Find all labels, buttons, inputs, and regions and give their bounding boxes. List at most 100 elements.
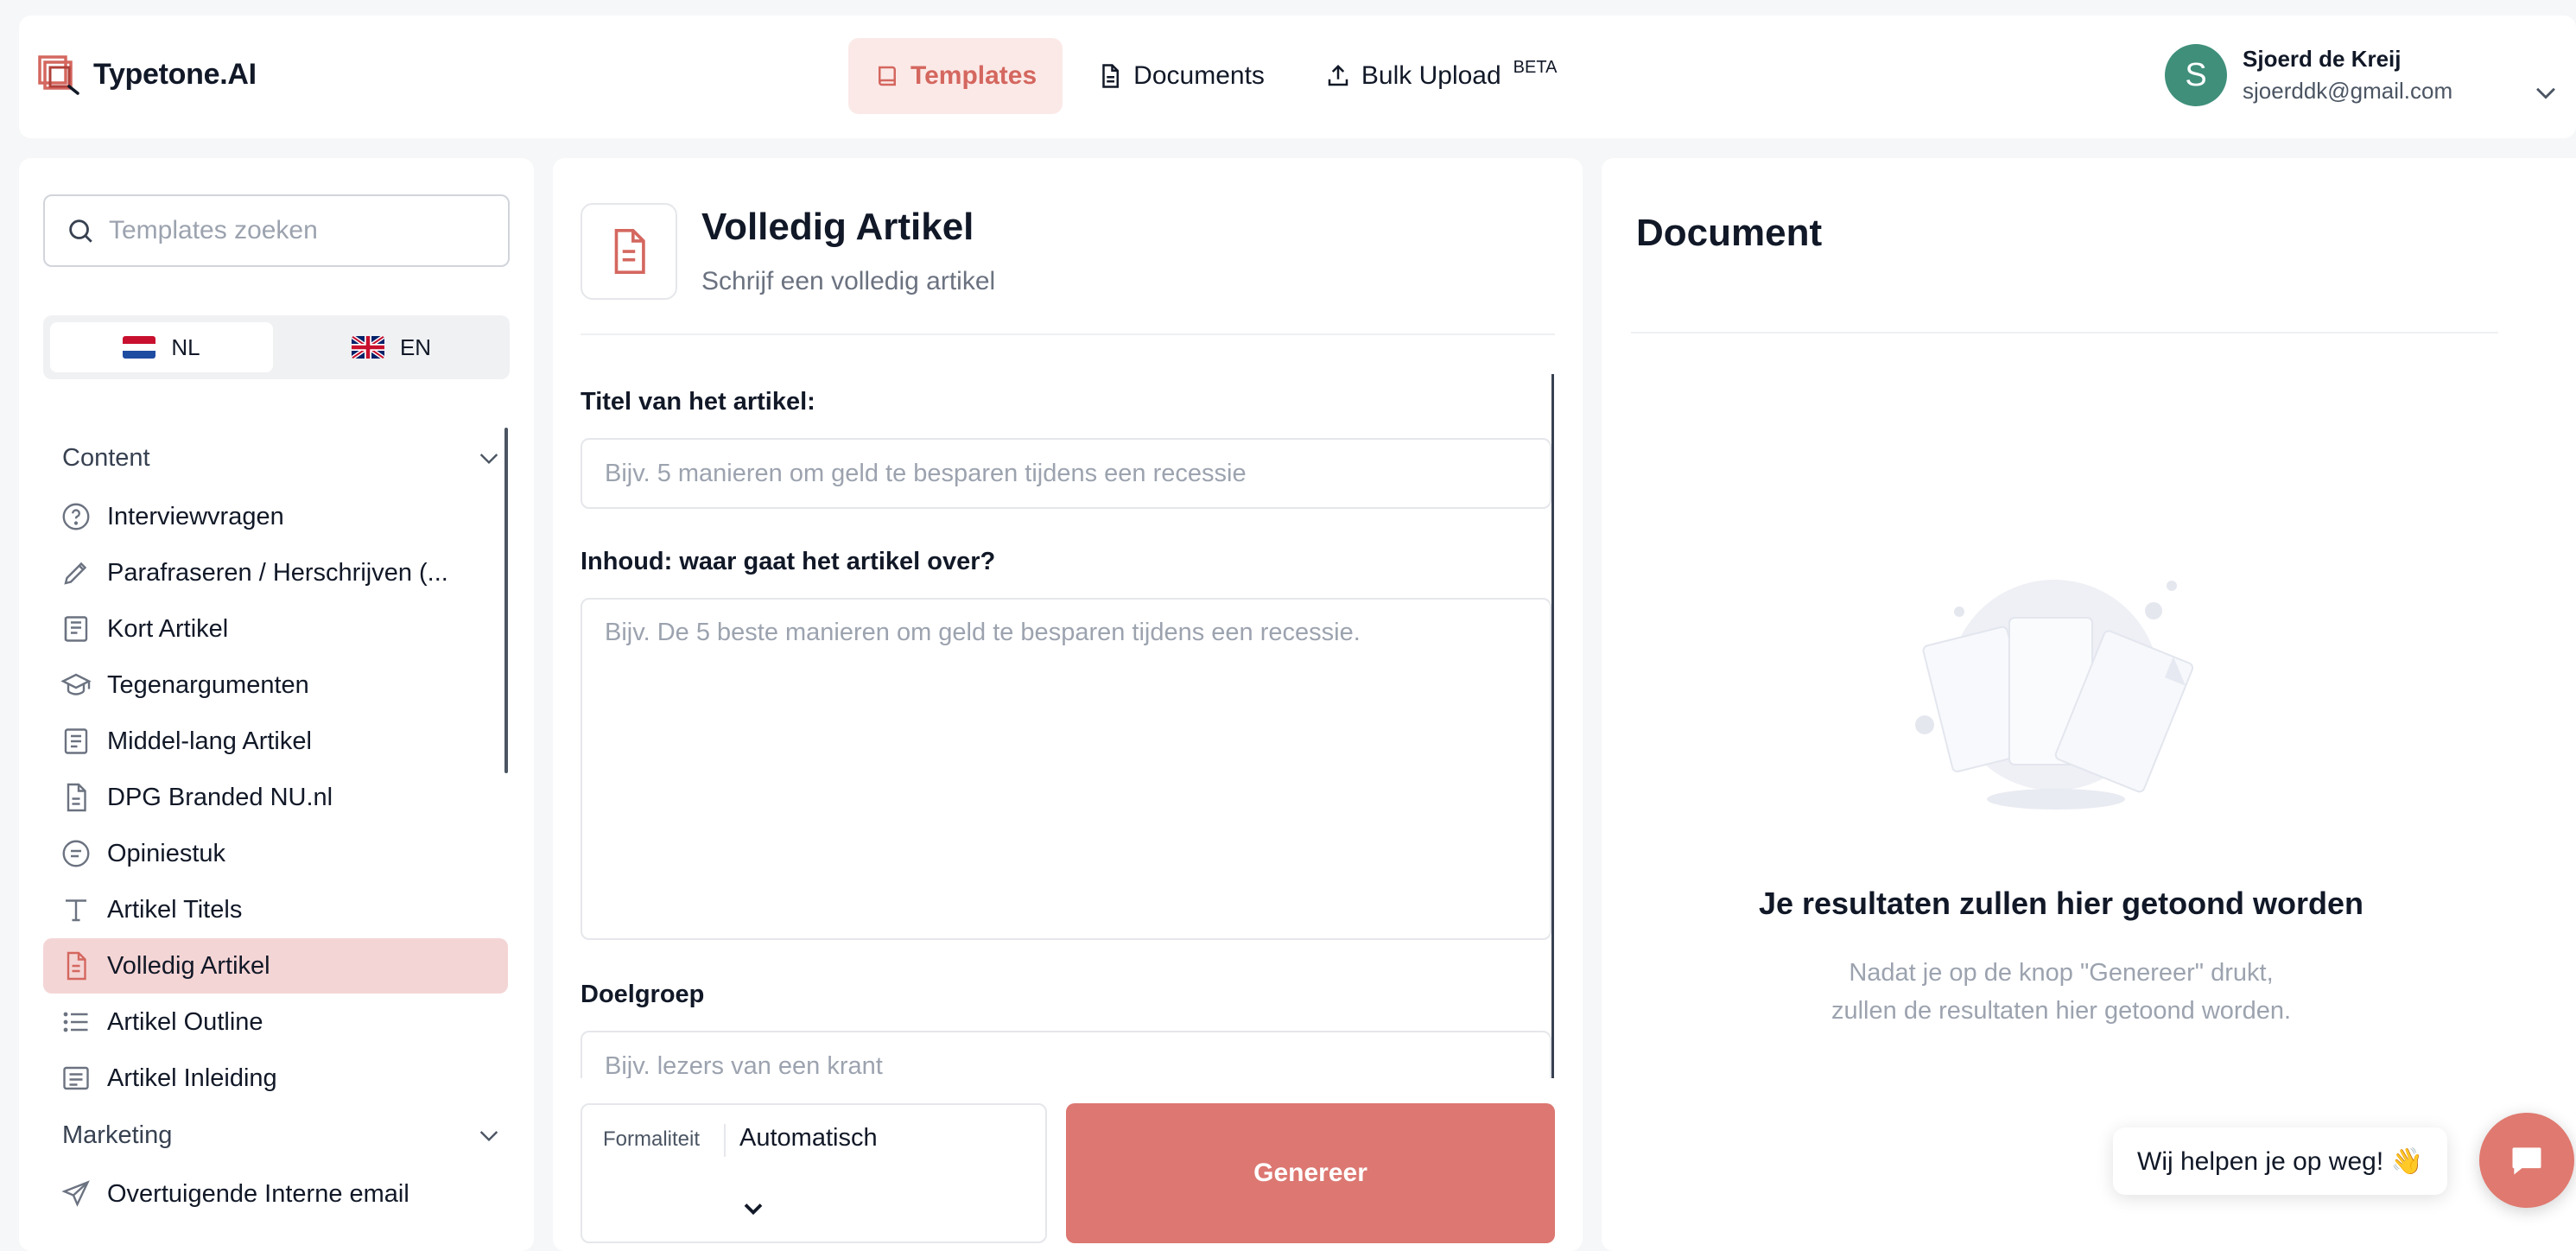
language-switch: NL EN bbox=[43, 315, 510, 379]
sidebar-item-label: Middel-lang Artikel bbox=[107, 727, 312, 755]
brand-name: Typetone.AI bbox=[93, 57, 257, 91]
sidebar-item-label: DPG Branded NU.nl bbox=[107, 783, 333, 811]
file-text-icon bbox=[614, 229, 645, 274]
list-icon bbox=[63, 1012, 88, 1032]
formality-divider bbox=[724, 1124, 726, 1157]
nav-templates[interactable]: Templates bbox=[848, 38, 1063, 114]
sidebar-item-kort-artikel[interactable]: Kort Artikel bbox=[43, 601, 508, 657]
upload-icon bbox=[1328, 64, 1348, 86]
help-text: Wij helpen je op weg! 👋 bbox=[2137, 1146, 2423, 1176]
file-text-icon bbox=[67, 951, 86, 981]
book-icon bbox=[879, 66, 896, 86]
sidebar-item-label: Artikel Inleiding bbox=[107, 1064, 277, 1092]
article-icon bbox=[64, 616, 88, 642]
text-t-icon bbox=[66, 899, 86, 922]
sidebar-item-opiniestuk[interactable]: Opiniestuk bbox=[43, 826, 508, 881]
top-bar: Typetone.AI Templates Documents Bulk Upl… bbox=[19, 16, 2576, 138]
user-email: sjoerddk@gmail.com bbox=[2243, 78, 2453, 104]
nl-flag-icon bbox=[123, 336, 156, 359]
paper-plane-icon bbox=[61, 1180, 90, 1207]
sidebar-item-middel-lang-artikel[interactable]: Middel-lang Artikel bbox=[43, 714, 508, 769]
chevron-down-icon[interactable] bbox=[2531, 78, 2560, 107]
lang-en-button[interactable]: EN bbox=[280, 322, 503, 372]
divider bbox=[1631, 332, 2498, 333]
article-title-input[interactable] bbox=[581, 438, 1551, 509]
sidebar-item-overtuigende-email[interactable]: Overtuigende Interne email bbox=[43, 1166, 508, 1222]
lang-nl-label: NL bbox=[171, 333, 200, 360]
sidebar-item-label: Opiniestuk bbox=[107, 839, 226, 867]
beta-badge: BETA bbox=[1513, 57, 1558, 77]
template-form-panel: Volledig Artikel Schrijf een volledig ar… bbox=[553, 158, 1583, 1251]
empty-state-text: Nadat je op de knop "Genereer" drukt, zu… bbox=[1602, 955, 2521, 1030]
section-content[interactable]: Content bbox=[62, 436, 503, 479]
sidebar-item-label: Interviewvragen bbox=[107, 502, 284, 530]
help-bubble[interactable]: Wij helpen je op weg! 👋 bbox=[2113, 1127, 2447, 1195]
sidebar-item-label: Tegenargumenten bbox=[107, 670, 309, 699]
empty-state-line-1: Nadat je op de knop "Genereer" drukt, bbox=[1849, 959, 2274, 987]
template-title: Volledig Artikel bbox=[701, 206, 974, 248]
sidebar-item-label: Artikel Outline bbox=[107, 1007, 263, 1036]
sidebar-item-label: Overtuigende Interne email bbox=[107, 1179, 409, 1208]
search-input[interactable] bbox=[109, 216, 489, 245]
text-block-icon bbox=[63, 1066, 89, 1090]
speech-bubble-icon bbox=[62, 840, 90, 867]
article-content-textarea[interactable] bbox=[581, 598, 1551, 940]
chat-icon bbox=[2512, 1147, 2541, 1175]
empty-documents-illustration bbox=[1915, 580, 2194, 810]
template-search[interactable] bbox=[43, 194, 510, 267]
graduation-cap-icon bbox=[60, 673, 92, 695]
nav-documents[interactable]: Documents bbox=[1071, 38, 1291, 114]
document-icon bbox=[1102, 64, 1120, 88]
formality-select[interactable]: Formaliteit Automatisch bbox=[581, 1103, 1047, 1243]
typetone-logo-icon bbox=[38, 55, 79, 95]
sidebar-item-label: Volledig Artikel bbox=[107, 951, 270, 980]
sidebar-item-artikel-titels[interactable]: Artikel Titels bbox=[43, 882, 508, 937]
chevron-down-icon bbox=[479, 454, 498, 465]
document-lines-icon bbox=[64, 728, 88, 754]
sidebar-item-artikel-outline[interactable]: Artikel Outline bbox=[43, 994, 508, 1050]
pencil-icon bbox=[64, 562, 87, 585]
brand[interactable]: Typetone.AI bbox=[36, 52, 257, 97]
main-nav: Templates Documents Bulk Upload BETA bbox=[848, 38, 1583, 114]
user-name: Sjoerd de Kreij bbox=[2243, 46, 2402, 72]
empty-state-title: Je resultaten zullen hier getoond worden bbox=[1758, 886, 2364, 921]
empty-state-line-2: zullen de resultaten hier getoond worden… bbox=[1830, 996, 2292, 1025]
formality-value: Automatisch bbox=[739, 1124, 878, 1152]
nav-bulk-upload-label: Bulk Upload bbox=[1361, 61, 1501, 90]
lang-nl-button[interactable]: NL bbox=[50, 322, 273, 372]
form-scrollbar[interactable] bbox=[1551, 374, 1554, 1181]
field-title-label: Titel van het artikel: bbox=[581, 388, 815, 416]
uk-flag-icon bbox=[351, 336, 384, 359]
sidebar-item-parafraseren[interactable]: Parafraseren / Herschrijven (... bbox=[43, 545, 508, 600]
sidebar-item-dpg-branded[interactable]: DPG Branded NU.nl bbox=[43, 770, 508, 825]
search-icon bbox=[69, 219, 92, 243]
nav-bulk-upload[interactable]: Bulk Upload BETA bbox=[1299, 38, 1583, 114]
sidebar-item-tegenargumenten[interactable]: Tegenargumenten bbox=[43, 657, 508, 713]
document-title: Document bbox=[1636, 212, 1823, 254]
question-circle-icon bbox=[62, 503, 90, 530]
lang-en-label: EN bbox=[399, 333, 432, 360]
field-content-label: Inhoud: waar gaat het artikel over? bbox=[581, 548, 996, 575]
divider bbox=[581, 333, 1555, 335]
sidebar-item-interviewvragen[interactable]: Interviewvragen bbox=[43, 489, 508, 544]
avatar: S bbox=[2165, 44, 2227, 106]
template-subtitle: Schrijf een volledig artikel bbox=[701, 267, 996, 295]
nav-documents-label: Documents bbox=[1133, 61, 1265, 90]
sidebar-item-label: Artikel Titels bbox=[107, 895, 243, 924]
formality-label: Formaliteit bbox=[603, 1127, 701, 1151]
template-icon-box bbox=[581, 203, 677, 300]
template-sidebar: NL EN Content Interviewvragen Parafraser… bbox=[19, 158, 534, 1251]
user-menu[interactable]: S Sjoerd de Kreij sjoerddk@gmail.com bbox=[2165, 44, 2452, 106]
chat-button[interactable] bbox=[2479, 1113, 2574, 1208]
section-marketing-title: Marketing bbox=[62, 1121, 173, 1149]
section-marketing[interactable]: Marketing bbox=[62, 1114, 503, 1157]
file-icon bbox=[67, 783, 86, 812]
field-audience-label: Doelgroep bbox=[581, 981, 705, 1008]
sidebar-item-artikel-inleiding[interactable]: Artikel Inleiding bbox=[43, 1051, 508, 1106]
sidebar-item-volledig-artikel[interactable]: Volledig Artikel bbox=[43, 938, 508, 994]
document-panel: Document Je resultaten zullen hier getoo… bbox=[1602, 158, 2576, 1251]
nav-templates-label: Templates bbox=[910, 61, 1037, 90]
sidebar-item-label: Parafraseren / Herschrijven (... bbox=[107, 558, 448, 587]
section-content-title: Content bbox=[62, 443, 150, 472]
generate-button[interactable]: Genereer bbox=[1066, 1103, 1555, 1243]
